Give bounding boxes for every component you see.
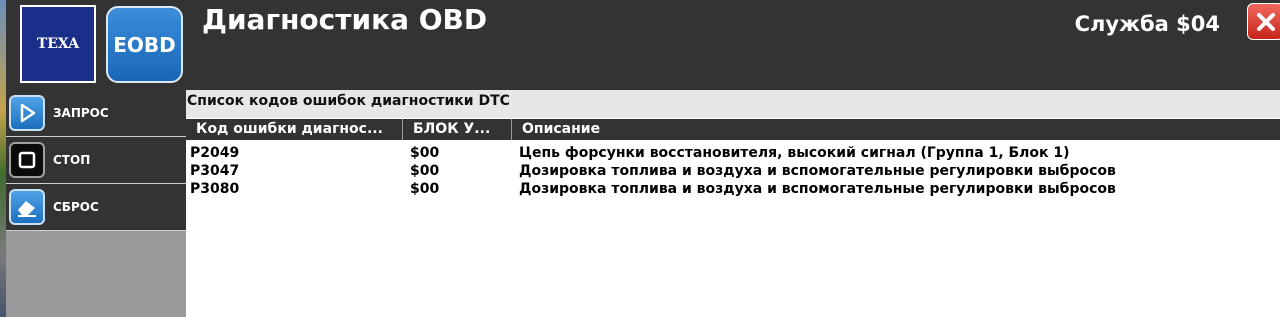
dtc-table-header: Код ошибки диагнос... БЛОК У... Описание [186,119,1280,140]
page-title: Диагностика OBD [202,3,488,36]
dtc-block: $00 [410,145,440,161]
texa-logo-text: TEXA [36,36,80,52]
stop-icon [9,142,45,178]
column-header-description[interactable]: Описание [512,119,1280,140]
dtc-block: $00 [410,163,440,179]
eobd-logo: EOBD [106,6,183,83]
play-icon [9,95,45,131]
stop-button-label: СТОП [53,153,91,167]
table-row[interactable]: P3080 $00 Дозировка топлива и воздуха и … [186,180,1280,198]
column-header-block[interactable]: БЛОК У... [403,119,512,140]
request-button-label: ЗАПРОС [53,106,109,120]
dtc-description: Дозировка топлива и воздуха и вспомогате… [519,163,1116,179]
dtc-description: Дозировка топлива и воздуха и вспомогате… [519,181,1116,197]
app-header: TEXA EOBD Диагностика OBD Служба $04 [6,0,1280,90]
dtc-code: P3047 [190,163,240,179]
texa-logo: TEXA [20,5,96,83]
dtc-list-title: Список кодов ошибок диагностики DTC [186,90,1280,118]
close-button[interactable] [1247,3,1280,40]
dtc-table-body: P2049 $00 Цепь форсунки восстановителя, … [186,144,1280,198]
table-row[interactable]: P2049 $00 Цепь форсунки восстановителя, … [186,144,1280,162]
eraser-icon [9,189,45,225]
eobd-logo-text: EOBD [113,32,176,57]
reset-button-label: СБРОС [53,200,99,214]
sidebar: ЗАПРОС СТОП СБРОС [6,90,186,317]
close-icon [1256,12,1275,31]
dtc-block: $00 [410,181,440,197]
dtc-code: P3080 [190,181,240,197]
reset-button[interactable]: СБРОС [6,184,186,231]
request-button[interactable]: ЗАПРОС [6,90,186,137]
service-label: Служба $04 [1074,12,1220,36]
dtc-code: P2049 [190,145,240,161]
table-row[interactable]: P3047 $00 Дозировка топлива и воздуха и … [186,162,1280,180]
column-header-code[interactable]: Код ошибки диагнос... [186,119,403,140]
dtc-description: Цепь форсунки восстановителя, высокий си… [519,145,1070,161]
stop-button[interactable]: СТОП [6,137,186,184]
